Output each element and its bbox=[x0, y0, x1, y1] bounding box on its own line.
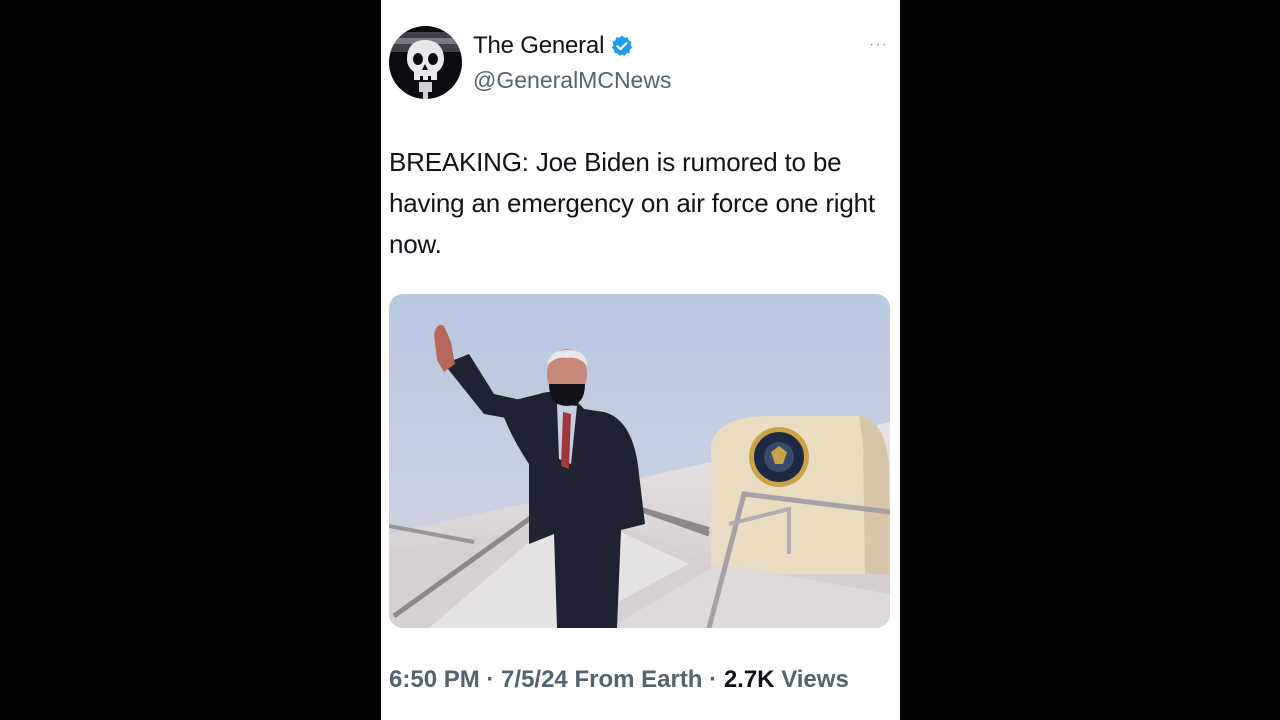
photo-icon bbox=[389, 294, 890, 628]
more-options-icon[interactable]: ··· bbox=[869, 36, 888, 54]
tweet-text: BREAKING: Joe Biden is rumored to be hav… bbox=[389, 147, 875, 259]
video-frame: The General @GeneralMCNews ··· BREAKING:… bbox=[0, 0, 1280, 720]
author-name-row: The General bbox=[473, 32, 634, 60]
tweet-photo[interactable] bbox=[389, 294, 890, 628]
avatar[interactable] bbox=[389, 26, 462, 99]
meta-separator-2: · bbox=[709, 666, 718, 693]
verified-badge-icon bbox=[612, 35, 633, 56]
author-handle[interactable]: @GeneralMCNews bbox=[473, 67, 671, 94]
views-count[interactable]: 2.7K bbox=[724, 666, 775, 693]
tweet-card: The General @GeneralMCNews ··· BREAKING:… bbox=[381, 0, 900, 720]
meta-separator: · bbox=[486, 666, 495, 693]
skull-logo-icon bbox=[389, 26, 462, 99]
tweet-metadata: 6:50 PM · 7/5/24 From Earth · 2.7K Views bbox=[389, 662, 889, 697]
tweet-time[interactable]: 6:50 PM bbox=[389, 666, 480, 693]
views-label: Views bbox=[781, 666, 849, 693]
display-name[interactable]: The General bbox=[473, 32, 604, 60]
tweet-source: From Earth bbox=[574, 666, 703, 693]
tweet-date[interactable]: 7/5/24 bbox=[501, 666, 568, 693]
